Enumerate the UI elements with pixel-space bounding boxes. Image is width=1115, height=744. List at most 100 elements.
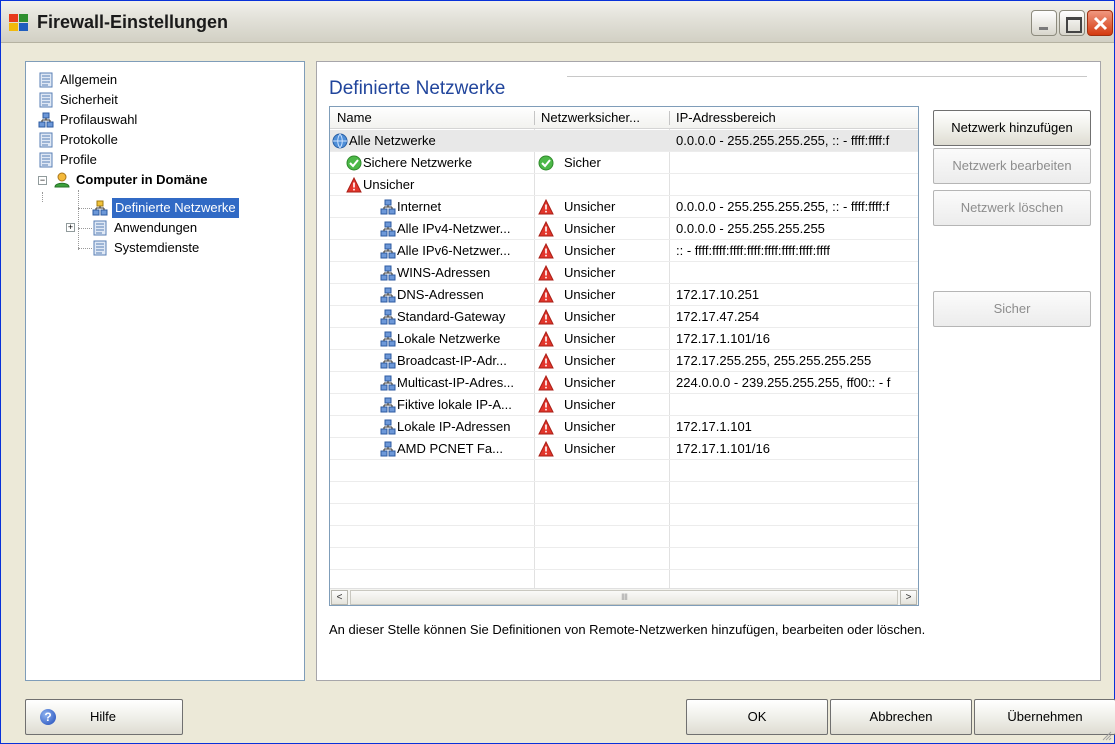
resize-grip-icon[interactable]: [1102, 731, 1112, 741]
maximize-button[interactable]: [1059, 10, 1085, 36]
delete-network-button[interactable]: Netzwerk löschen: [933, 190, 1091, 226]
network-name: Unsicher: [363, 177, 415, 192]
network-name: Lokale Netzwerke: [397, 331, 501, 346]
ip-range: :: - ffff:ffff:ffff:ffff:ffff:ffff:ffff:…: [676, 243, 831, 258]
table-row[interactable]: AMD PCNET Fa... Unsicher 172.17.1.101/16: [330, 438, 918, 460]
network-name: Sichere Netzwerke: [363, 155, 473, 170]
network-name: Broadcast-IP-Adr...: [397, 353, 507, 368]
add-network-button[interactable]: Netzwerk hinzufügen: [933, 110, 1091, 146]
scroll-left-button[interactable]: <: [331, 590, 348, 605]
network-name: Multicast-IP-Adres...: [397, 375, 515, 390]
table-row[interactable]: Lokale Netzwerke Unsicher 172.17.1.101/16: [330, 328, 918, 350]
secure-button[interactable]: Sicher: [933, 291, 1091, 327]
tree-connector: [78, 248, 92, 249]
cell-security: Unsicher: [534, 284, 668, 306]
ip-range: [669, 394, 918, 416]
network-name: Lokale IP-Adressen: [397, 419, 511, 434]
network-icon: [380, 243, 396, 259]
horizontal-scrollbar[interactable]: < IIII >: [330, 588, 918, 605]
settings-tree[interactable]: Allgemein Sicherheit Profilauswahl Proto…: [25, 61, 305, 681]
help-button[interactable]: ? Hilfe: [25, 699, 183, 735]
cell-name: Multicast-IP-Adres...: [330, 372, 533, 394]
cell-name: DNS-Adressen: [330, 284, 533, 306]
edit-network-button[interactable]: Netzwerk bearbeiten: [933, 148, 1091, 184]
table-row[interactable]: WINS-Adressen Unsicher: [330, 262, 918, 284]
column-header-security[interactable]: Netzwerksicher...: [534, 107, 640, 129]
network-icon: [92, 200, 108, 216]
cell-security: Unsicher: [534, 328, 668, 350]
firewall-settings-window: Firewall-Einstellungen Allgemein Sicherh…: [0, 0, 1115, 744]
expand-toggle[interactable]: +: [66, 223, 75, 232]
empty-row: [330, 504, 918, 526]
network-name: Internet: [397, 199, 442, 214]
table-row[interactable]: Unsicher: [330, 174, 918, 196]
help-label: Hilfe: [90, 709, 117, 724]
ip-range: [669, 152, 918, 174]
network-icon: [380, 375, 396, 391]
table-row[interactable]: Broadcast-IP-Adr... Unsicher 172.17.255.25…: [330, 350, 918, 372]
apply-button[interactable]: Übernehmen: [974, 699, 1115, 735]
security-status: Unsicher: [564, 353, 616, 368]
collapse-toggle[interactable]: −: [38, 176, 47, 185]
ip-range: 172.17.255.255, 255.255.255.255: [676, 353, 872, 368]
table-row[interactable]: Standard-Gateway Unsicher 172.17.47.254: [330, 306, 918, 328]
warning-icon: [346, 176, 362, 193]
page-icon: [93, 240, 107, 256]
empty-row: [330, 526, 918, 548]
tree-item-label: Systemdienste: [114, 240, 200, 255]
cell-name: Alle IPv6-Netzwer...: [330, 240, 533, 262]
scroll-thumb[interactable]: IIII: [350, 590, 898, 605]
table-row[interactable]: Sichere Netzwerke Sicher: [330, 152, 918, 174]
security-status: Unsicher: [564, 375, 616, 390]
table-row[interactable]: Alle IPv6-Netzwer... Unsicher:: - ffff:ff…: [330, 240, 918, 262]
warning-icon: [538, 198, 554, 215]
title-bar[interactable]: Firewall-Einstellungen: [1, 1, 1114, 43]
column-header-name[interactable]: Name: [330, 107, 372, 129]
warning-icon: [538, 286, 554, 303]
tree-connector: [78, 190, 79, 250]
table-row[interactable]: Multicast-IP-Adres... Unsicher 224.0.0.0 -…: [330, 372, 918, 394]
network-icon: [380, 265, 396, 281]
table-row[interactable]: Lokale IP-Adressen Unsicher 172.17.1.101: [330, 416, 918, 438]
cell-security: Unsicher: [534, 306, 668, 328]
ip-range: 0.0.0.0 - 255.255.255.255, :: - ffff:fff…: [676, 133, 890, 148]
column-header-ip-range[interactable]: IP-Adressbereich: [669, 107, 776, 129]
warning-icon: [538, 330, 554, 347]
cell-name: Unsicher: [330, 174, 533, 196]
ip-range: 172.17.1.101/16: [676, 441, 770, 456]
tree-item-label: Protokolle: [60, 132, 118, 147]
table-row[interactable]: DNS-Adressen Unsicher 172.17.10.251: [330, 284, 918, 306]
minimize-button[interactable]: [1031, 10, 1057, 36]
ip-range: 0.0.0.0 - 255.255.255.255: [676, 221, 825, 236]
network-name: WINS-Adressen: [397, 265, 491, 280]
check-icon: [346, 155, 362, 171]
warning-icon: [538, 220, 554, 237]
network-icon: [380, 397, 396, 413]
cell-name: AMD PCNET Fa...: [330, 438, 533, 460]
tree-connector: [42, 192, 43, 202]
security-status: Unsicher: [564, 331, 616, 346]
cell-name: Sichere Netzwerke: [330, 152, 533, 174]
network-icon: [380, 441, 396, 457]
network-icon: [38, 112, 54, 128]
scroll-right-button[interactable]: >: [900, 590, 917, 605]
user-icon: [54, 172, 70, 188]
ok-button[interactable]: OK: [686, 699, 828, 735]
table-row[interactable]: Alle IPv4-Netzwer... Unsicher 0.0.0.0 - 25…: [330, 218, 918, 240]
warning-icon: [538, 396, 554, 413]
warning-icon: [538, 418, 554, 435]
cell-name: Standard-Gateway: [330, 306, 533, 328]
network-name: AMD PCNET Fa...: [397, 441, 503, 456]
warning-icon: [538, 352, 554, 369]
security-status: Unsicher: [564, 199, 616, 214]
network-icon: [380, 287, 396, 303]
warning-icon: [538, 440, 554, 457]
close-button[interactable]: [1087, 10, 1113, 36]
table-row[interactable]: Internet Unsicher 0.0.0.0 - 255.255.255.25…: [330, 196, 918, 218]
table-row[interactable]: Fiktive lokale IP-A... Unsicher: [330, 394, 918, 416]
cell-security: Unsicher: [534, 394, 668, 416]
table-row[interactable]: Alle Netzwerke 0.0.0.0 - 255.255.255.255,…: [330, 130, 918, 152]
empty-row: [330, 460, 918, 482]
networks-table[interactable]: Name Netzwerksicher... IP-Adressbereich …: [329, 106, 919, 606]
cancel-button[interactable]: Abbrechen: [830, 699, 972, 735]
